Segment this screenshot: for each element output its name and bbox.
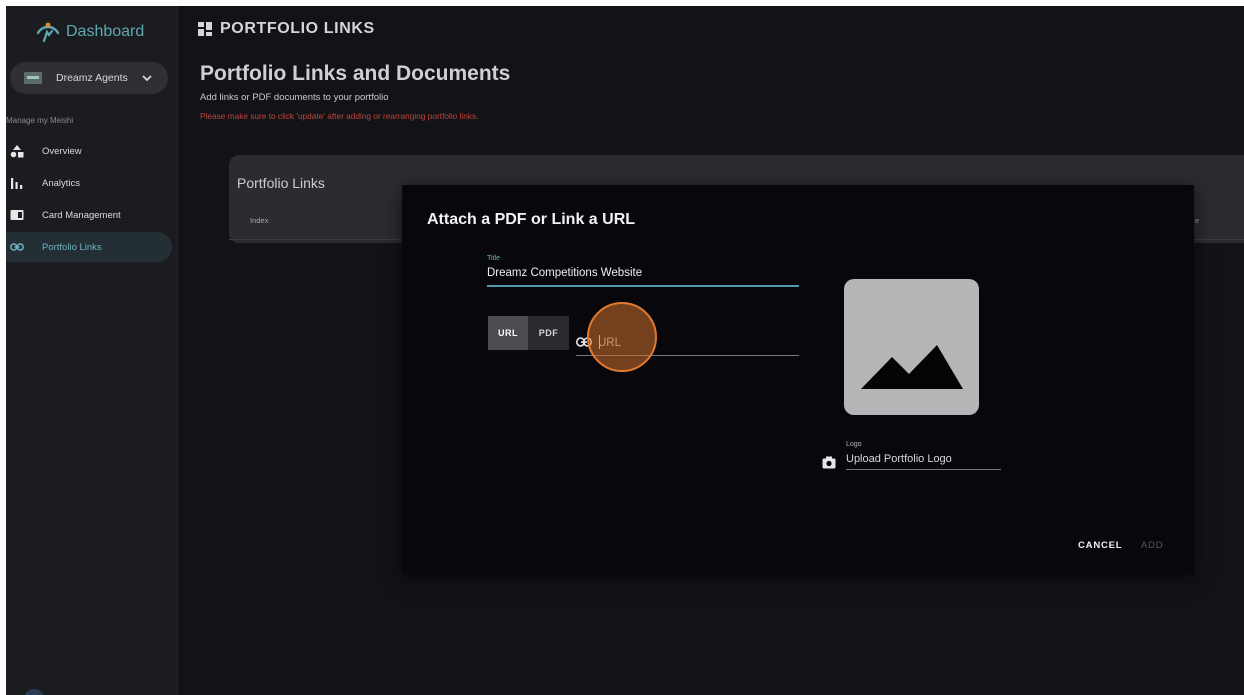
user-avatar[interactable] [24,689,44,695]
logo-field-value[interactable]: Upload Portfolio Logo [846,453,952,465]
sidebar-item-label: Portfolio Links [42,241,102,253]
account-selector[interactable]: Dreamz Agents [10,62,168,94]
toggle-url-button[interactable]: URL [488,316,528,350]
brand-label: Dashboard [66,23,145,40]
sidebar-item-label: Card Management [42,209,121,221]
attach-dialog: Attach a PDF or Link a URL Title Dreamz … [402,185,1194,575]
page-header-title: PORTFOLIO LINKS [220,20,375,37]
url-input[interactable] [598,333,788,353]
title-field-label: Title [487,255,500,262]
link-icon [576,337,592,347]
card-icon [10,210,24,220]
text-caret [599,335,600,349]
add-button[interactable]: ADD [1141,540,1163,551]
source-type-toggle: URL PDF [488,316,569,350]
sidebar-item-label: Overview [42,145,82,157]
image-placeholder-icon [861,345,963,389]
sidebar-item-card-management[interactable]: Card Management [6,200,172,230]
dashboard-grid-icon [198,22,212,36]
account-name: Dreamz Agents [56,72,128,84]
logo-upload-field[interactable]: Logo Upload Portfolio Logo [822,441,1002,475]
shapes-icon [10,145,24,158]
logo-field-label: Logo [846,441,862,448]
column-header-partial: e [1195,216,1200,225]
sidebar: Dashboard Dreamz Agents Manage my Meishi… [6,6,178,695]
brand[interactable]: Dashboard [36,20,144,44]
title-field-value[interactable]: Dreamz Competitions Website [487,267,642,279]
sidebar-item-analytics[interactable]: Analytics [6,168,172,198]
cancel-button[interactable]: CANCEL [1078,540,1122,551]
card-title: Portfolio Links [237,175,325,191]
url-field [576,325,799,356]
dialog-title: Attach a PDF or Link a URL [427,211,636,228]
sidebar-item-portfolio-links[interactable]: Portfolio Links [6,232,172,262]
page-title: Portfolio Links and Documents [200,62,511,85]
update-warning: Please make sure to click 'update' after… [200,111,479,121]
sidebar-item-label: Analytics [42,177,81,189]
brand-logo-icon [36,22,60,43]
column-header-index: Index [250,216,269,225]
link-icon [10,243,24,251]
app-window: Dashboard Dreamz Agents Manage my Meishi… [6,6,1244,695]
title-field[interactable]: Title Dreamz Competitions Website [487,251,799,287]
chevron-down-icon [142,75,152,82]
camera-icon [822,456,836,469]
logo-field-underline [846,469,1001,470]
page-subtitle: Add links or PDF documents to your portf… [200,92,389,103]
sidebar-item-overview[interactable]: Overview [6,136,172,166]
logo-preview-placeholder [844,279,979,415]
toggle-pdf-button[interactable]: PDF [528,316,569,350]
section-label: Manage my Meishi [6,116,74,125]
bar-chart-icon [11,178,23,189]
page-header: PORTFOLIO LINKS [198,20,375,38]
account-avatar [24,72,42,84]
